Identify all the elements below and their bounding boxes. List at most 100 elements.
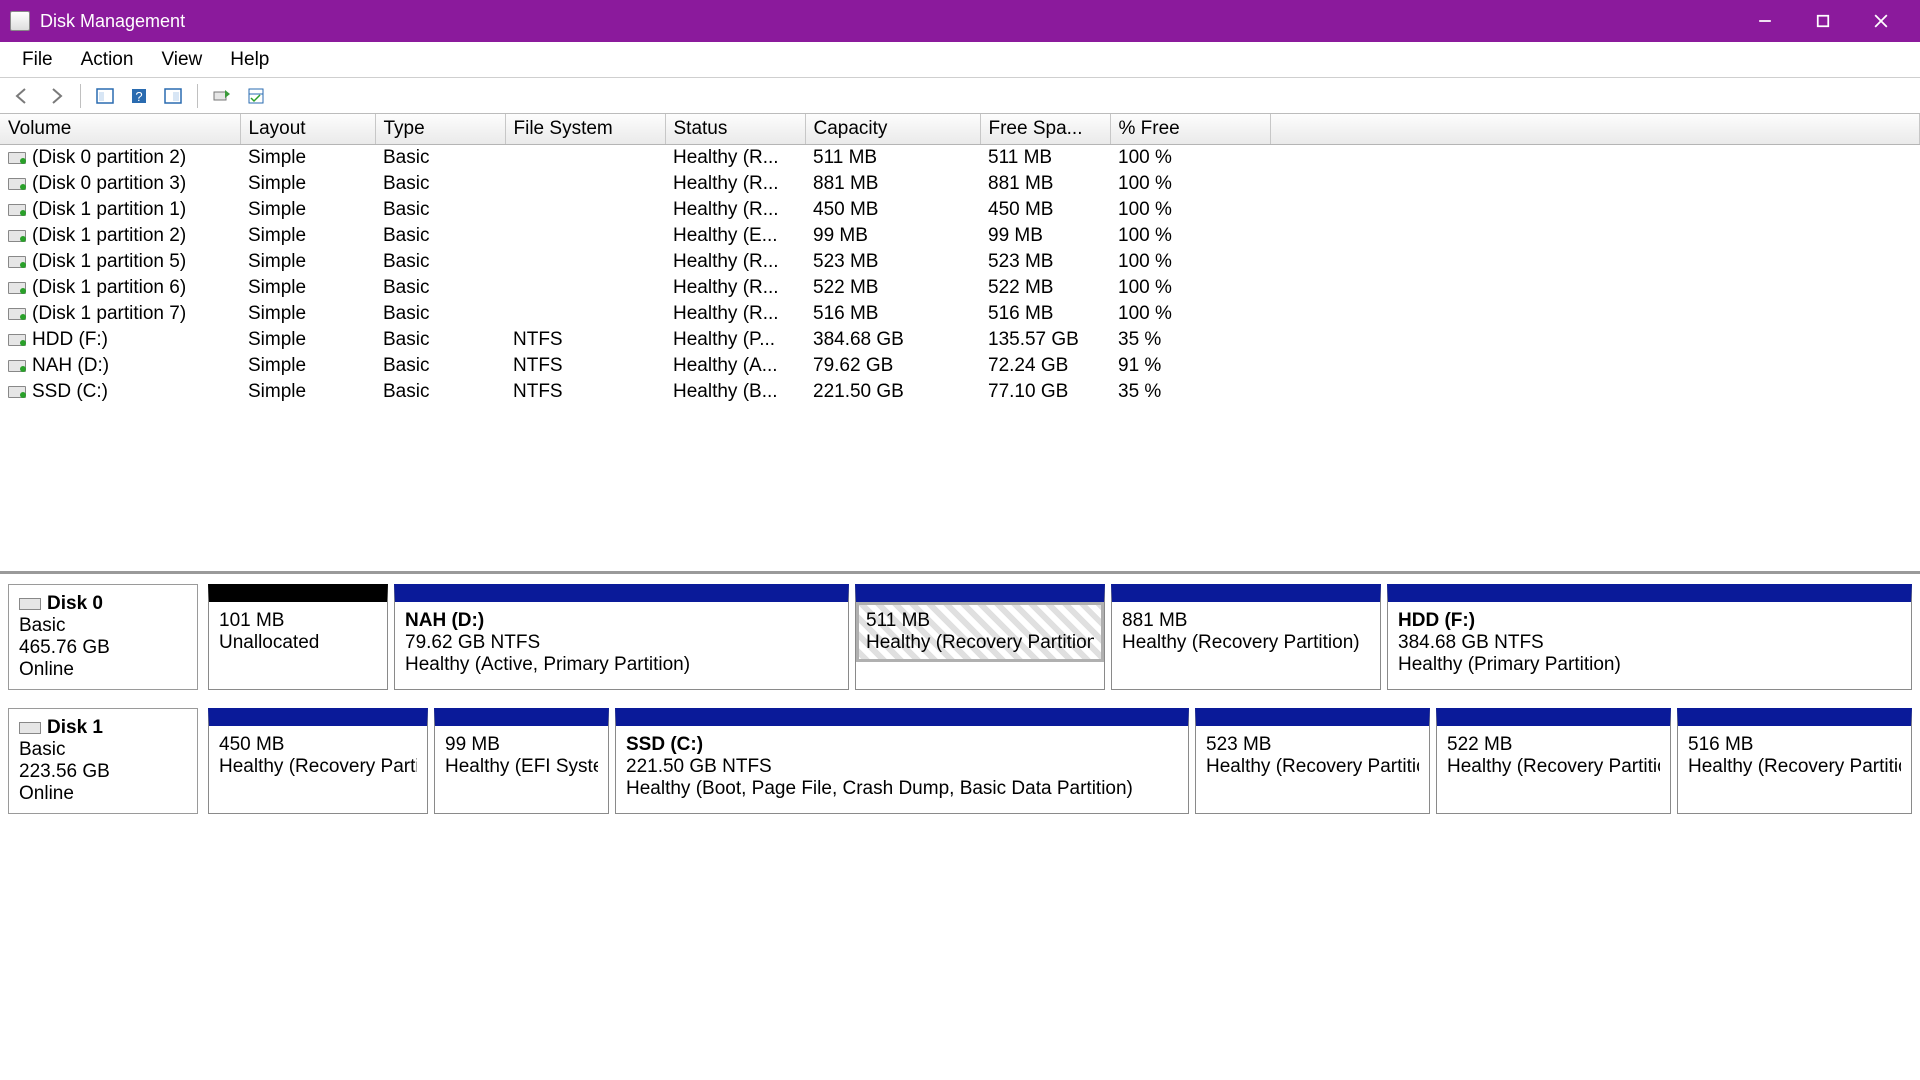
- partition-block[interactable]: 522 MBHealthy (Recovery Partition): [1436, 708, 1671, 814]
- refresh-button[interactable]: [208, 82, 236, 110]
- disk-icon: [19, 598, 41, 610]
- help-button[interactable]: ?: [125, 82, 153, 110]
- partition-desc: Healthy (Recovery Partition): [1122, 632, 1370, 654]
- partition-desc: Healthy (Recovery Partition): [1688, 756, 1901, 778]
- cell-pct: 35 %: [1110, 327, 1270, 353]
- col-volume[interactable]: Volume: [0, 114, 240, 145]
- col-status[interactable]: Status: [665, 114, 805, 145]
- disk-row: Disk 0Basic465.76 GBOnline101 MBUnalloca…: [8, 584, 1912, 690]
- partition-size: 101 MB: [219, 610, 377, 632]
- menu-help[interactable]: Help: [216, 45, 283, 75]
- table-row[interactable]: HDD (F:)SimpleBasicNTFSHealthy (P...384.…: [0, 327, 1920, 353]
- cell-pct: 100 %: [1110, 249, 1270, 275]
- table-row[interactable]: SSD (C:)SimpleBasicNTFSHealthy (B...221.…: [0, 379, 1920, 405]
- cell-fs: NTFS: [505, 379, 665, 405]
- cell-capacity: 516 MB: [805, 301, 980, 327]
- partition-block[interactable]: 881 MBHealthy (Recovery Partition): [1111, 584, 1381, 690]
- cell-layout: Simple: [240, 301, 375, 327]
- disk-info[interactable]: Disk 1Basic223.56 GBOnline: [8, 708, 198, 814]
- menu-view[interactable]: View: [147, 45, 216, 75]
- cell-pct: 100 %: [1110, 171, 1270, 197]
- window-title: Disk Management: [40, 11, 185, 32]
- table-row[interactable]: (Disk 0 partition 3)SimpleBasicHealthy (…: [0, 171, 1920, 197]
- cell-pct: 100 %: [1110, 145, 1270, 172]
- partition-desc: Unallocated: [219, 632, 377, 654]
- cell-fs: [505, 197, 665, 223]
- volume-icon: [8, 360, 26, 372]
- table-row[interactable]: (Disk 1 partition 2)SimpleBasicHealthy (…: [0, 223, 1920, 249]
- view-pane-button[interactable]: [91, 82, 119, 110]
- partition-block[interactable]: 450 MBHealthy (Recovery Partition): [208, 708, 428, 814]
- volume-list: Volume Layout Type File System Status Ca…: [0, 114, 1920, 574]
- partition-block[interactable]: SSD (C:)221.50 GB NTFSHealthy (Boot, Pag…: [615, 708, 1189, 814]
- volume-name: NAH (D:): [32, 355, 109, 376]
- cell-fs: [505, 301, 665, 327]
- cell-layout: Simple: [240, 197, 375, 223]
- col-pctfree[interactable]: % Free: [1110, 114, 1270, 145]
- partition-desc: Healthy (Recovery Partition): [1206, 756, 1419, 778]
- volume-icon: [8, 204, 26, 216]
- table-row[interactable]: (Disk 1 partition 7)SimpleBasicHealthy (…: [0, 301, 1920, 327]
- cell-type: Basic: [375, 249, 505, 275]
- cell-capacity: 881 MB: [805, 171, 980, 197]
- volume-name: (Disk 1 partition 2): [32, 225, 186, 246]
- table-row[interactable]: NAH (D:)SimpleBasicNTFSHealthy (A...79.6…: [0, 353, 1920, 379]
- cell-type: Basic: [375, 379, 505, 405]
- partition-block[interactable]: HDD (F:)384.68 GB NTFSHealthy (Primary P…: [1387, 584, 1912, 690]
- table-row[interactable]: (Disk 1 partition 5)SimpleBasicHealthy (…: [0, 249, 1920, 275]
- cell-free: 135.57 GB: [980, 327, 1110, 353]
- menu-file[interactable]: File: [8, 45, 67, 75]
- cell-layout: Simple: [240, 327, 375, 353]
- cell-status: Healthy (A...: [665, 353, 805, 379]
- cell-fs: [505, 249, 665, 275]
- maximize-button[interactable]: [1794, 0, 1852, 42]
- forward-button[interactable]: [42, 82, 70, 110]
- cell-free: 522 MB: [980, 275, 1110, 301]
- volume-icon: [8, 230, 26, 242]
- cell-pct: 91 %: [1110, 353, 1270, 379]
- properties-button[interactable]: [242, 82, 270, 110]
- partition-block[interactable]: 99 MBHealthy (EFI System Partition): [434, 708, 609, 814]
- partition-block[interactable]: NAH (D:)79.62 GB NTFSHealthy (Active, Pr…: [394, 584, 849, 690]
- cell-pct: 100 %: [1110, 275, 1270, 301]
- partition-title: HDD (F:): [1398, 610, 1901, 632]
- back-button[interactable]: [8, 82, 36, 110]
- cell-layout: Simple: [240, 223, 375, 249]
- partition-desc: Healthy (Primary Partition): [1398, 654, 1901, 676]
- cell-fs: NTFS: [505, 327, 665, 353]
- volume-icon: [8, 178, 26, 190]
- svg-text:?: ?: [135, 89, 142, 104]
- app-icon: [10, 11, 30, 31]
- partition-block[interactable]: 523 MBHealthy (Recovery Partition): [1195, 708, 1430, 814]
- cell-free: 99 MB: [980, 223, 1110, 249]
- cell-layout: Simple: [240, 249, 375, 275]
- partition-desc: Healthy (Recovery Partition): [866, 632, 1094, 654]
- close-button[interactable]: [1852, 0, 1910, 42]
- partition-title: SSD (C:): [626, 734, 1178, 756]
- col-freespace[interactable]: Free Spa...: [980, 114, 1110, 145]
- table-row[interactable]: (Disk 0 partition 2)SimpleBasicHealthy (…: [0, 145, 1920, 172]
- volume-name: SSD (C:): [32, 381, 108, 402]
- volume-name: (Disk 1 partition 5): [32, 251, 186, 272]
- table-row[interactable]: (Disk 1 partition 6)SimpleBasicHealthy (…: [0, 275, 1920, 301]
- partition-block[interactable]: 101 MBUnallocated: [208, 584, 388, 690]
- volume-name: (Disk 0 partition 3): [32, 173, 186, 194]
- col-type[interactable]: Type: [375, 114, 505, 145]
- col-capacity[interactable]: Capacity: [805, 114, 980, 145]
- table-row[interactable]: (Disk 1 partition 1)SimpleBasicHealthy (…: [0, 197, 1920, 223]
- menu-action[interactable]: Action: [67, 45, 148, 75]
- partition-block[interactable]: 511 MBHealthy (Recovery Partition): [855, 584, 1105, 690]
- minimize-button[interactable]: [1736, 0, 1794, 42]
- volume-name: (Disk 0 partition 2): [32, 147, 186, 168]
- cell-pct: 100 %: [1110, 223, 1270, 249]
- disk-name: Disk 0: [47, 593, 103, 615]
- volume-icon: [8, 386, 26, 398]
- disk-info[interactable]: Disk 0Basic465.76 GBOnline: [8, 584, 198, 690]
- disk-state: Online: [19, 659, 187, 681]
- partition-block[interactable]: 516 MBHealthy (Recovery Partition): [1677, 708, 1912, 814]
- cell-status: Healthy (R...: [665, 145, 805, 172]
- col-filesystem[interactable]: File System: [505, 114, 665, 145]
- partition-desc: Healthy (Active, Primary Partition): [405, 654, 838, 676]
- view-small-pane-button[interactable]: [159, 82, 187, 110]
- col-layout[interactable]: Layout: [240, 114, 375, 145]
